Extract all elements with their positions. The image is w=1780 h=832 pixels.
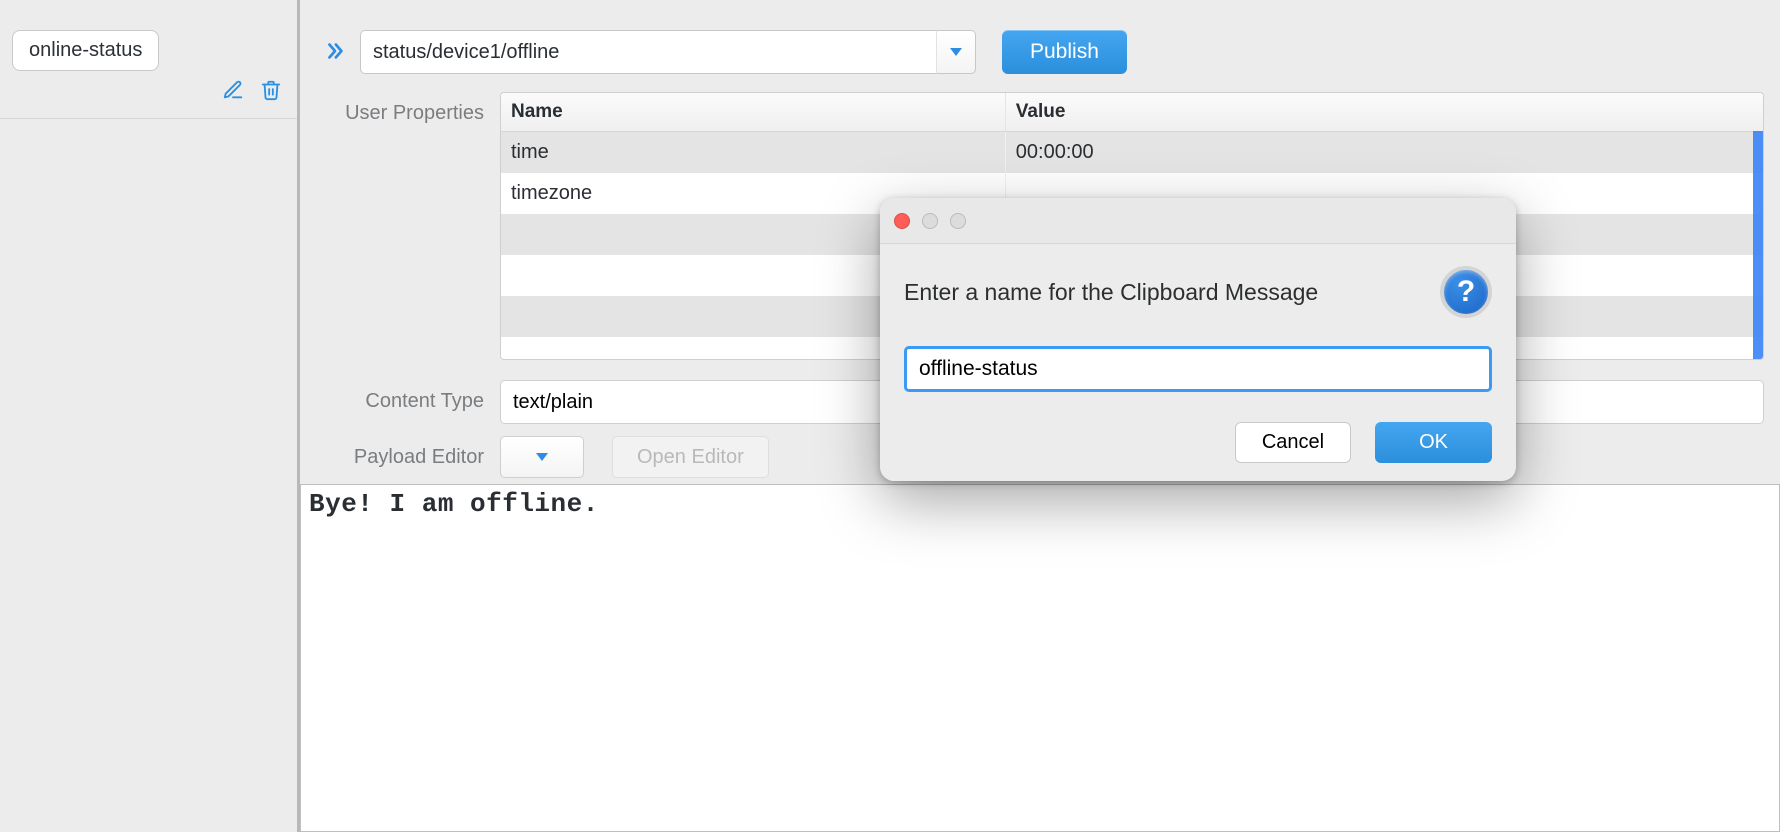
sidebar-item-label: online-status	[29, 39, 142, 61]
dialog-body: Enter a name for the Clipboard Message ?…	[880, 244, 1516, 481]
zoom-icon	[950, 213, 966, 229]
cell-name: time	[501, 132, 1006, 173]
topic-combo	[360, 30, 976, 74]
table-row[interactable]: time 00:00:00	[501, 132, 1763, 173]
chevron-down-icon	[950, 48, 962, 56]
edit-icon[interactable]	[221, 78, 245, 102]
dialog-titlebar[interactable]	[880, 198, 1516, 244]
col-header-name: Name	[501, 93, 1006, 131]
topic-dropdown-button[interactable]	[936, 30, 976, 74]
content-type-label: Content Type	[324, 380, 484, 413]
payload-text: Bye! I am offline.	[309, 489, 1771, 519]
payload-editor-label: Payload Editor	[324, 436, 484, 469]
open-editor-button[interactable]: Open Editor	[612, 436, 769, 478]
payload-preview[interactable]: Bye! I am offline.	[300, 484, 1780, 832]
sidebar-actions	[221, 78, 283, 102]
publish-bar: Publish	[300, 0, 1780, 86]
payload-format-dropdown[interactable]	[500, 436, 584, 478]
sidebar-item-online-status[interactable]: online-status	[12, 30, 159, 71]
clipboard-name-dialog: Enter a name for the Clipboard Message ?…	[880, 198, 1516, 481]
trash-icon[interactable]	[259, 78, 283, 102]
table-header: Name Value	[501, 93, 1763, 132]
user-properties-label: User Properties	[324, 92, 484, 125]
publish-button[interactable]: Publish	[1002, 30, 1127, 74]
chevron-down-icon	[536, 453, 548, 461]
dialog-message: Enter a name for the Clipboard Message	[904, 279, 1318, 306]
cell-value: 00:00:00	[1006, 132, 1763, 173]
sidebar-divider	[0, 118, 297, 119]
expand-icon[interactable]	[324, 40, 348, 64]
cancel-button[interactable]: Cancel	[1235, 422, 1351, 463]
clipboard-name-input[interactable]	[904, 346, 1492, 392]
sidebar: online-status	[0, 0, 300, 832]
scrollbar[interactable]	[1753, 131, 1763, 359]
topic-input[interactable]	[360, 30, 936, 74]
dialog-actions: Cancel OK	[904, 422, 1492, 463]
help-icon[interactable]: ?	[1440, 266, 1492, 318]
minimize-icon	[922, 213, 938, 229]
col-header-value: Value	[1006, 93, 1763, 131]
ok-button[interactable]: OK	[1375, 422, 1492, 463]
close-icon[interactable]	[894, 213, 910, 229]
